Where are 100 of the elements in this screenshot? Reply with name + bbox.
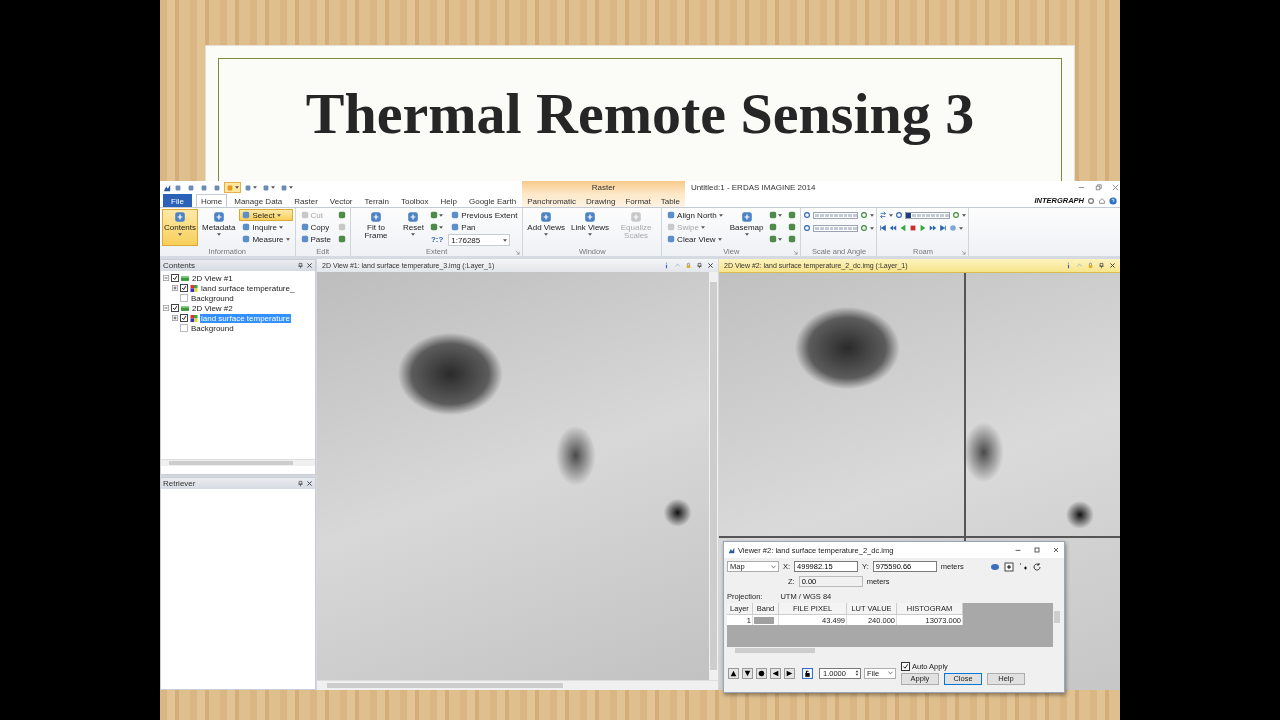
ribbon-button[interactable]: Add Views: [525, 209, 567, 246]
maximize-icon[interactable]: [1033, 546, 1041, 554]
ribbon-button[interactable]: Contents: [162, 209, 199, 246]
play-back-icon[interactable]: [899, 224, 908, 232]
up-arrow-icon[interactable]: [728, 667, 739, 679]
ribbon-tab[interactable]: Table: [655, 194, 685, 207]
checkbox[interactable]: [171, 304, 179, 312]
tree-item-label[interactable]: Background: [190, 323, 235, 333]
ribbon-tab[interactable]: Raster: [289, 194, 323, 207]
play-icon[interactable]: [919, 224, 928, 232]
step-forward-icon[interactable]: [929, 224, 938, 232]
icon-button[interactable]: [336, 209, 348, 221]
ribbon-button[interactable]: Link Views: [569, 209, 612, 246]
slider-track[interactable]: [813, 224, 859, 232]
scale-combo[interactable]: 1:76285: [448, 234, 511, 246]
right-arrow-icon[interactable]: [784, 667, 795, 679]
icon-button[interactable]: [767, 209, 785, 221]
caret-icon[interactable]: [959, 226, 964, 230]
ribbon-button[interactable]: Reset: [401, 209, 426, 246]
ribbon-button[interactable]: Fit to Frame: [353, 209, 399, 246]
zoom-icon[interactable]: [895, 211, 904, 219]
horizontal-scrollbar[interactable]: [161, 459, 315, 466]
down-arrow-icon[interactable]: [742, 667, 753, 679]
ribbon-tab[interactable]: Terrain: [359, 194, 394, 207]
pin-icon[interactable]: [1098, 262, 1105, 269]
slider-track[interactable]: [905, 211, 951, 219]
ribbon-button[interactable]: Pan: [448, 221, 521, 233]
ribbon-button[interactable]: Inquire: [239, 221, 293, 233]
ribbon-button[interactable]: Select: [239, 209, 293, 221]
ribbon-button[interactable]: Basemap: [727, 209, 766, 246]
pin-icon[interactable]: [297, 480, 304, 487]
refresh-icon[interactable]: [1031, 561, 1042, 572]
ribbon-button[interactable]: Measure: [239, 233, 293, 245]
tree-toggle-icon[interactable]: [163, 305, 169, 311]
globe-icon[interactable]: [949, 224, 958, 232]
zoom-icon[interactable]: [952, 211, 961, 219]
tree-toggle-icon[interactable]: [163, 275, 169, 281]
close-icon[interactable]: [306, 262, 313, 269]
ribbon-button[interactable]: Metadata: [200, 209, 238, 246]
skip-start-icon[interactable]: [879, 224, 888, 232]
dialog-launcher-icon[interactable]: [515, 250, 521, 255]
icon-button[interactable]: [767, 233, 785, 245]
checkbox[interactable]: [180, 314, 188, 322]
info-icon[interactable]: [1065, 262, 1072, 269]
vertical-scrollbar[interactable]: [709, 272, 718, 680]
checkbox[interactable]: [180, 284, 188, 292]
ribbon-tab[interactable]: Manage Data: [229, 194, 288, 207]
close-icon[interactable]: [1052, 546, 1060, 554]
close-icon[interactable]: [306, 480, 313, 487]
dialog-launcher-icon[interactable]: [793, 250, 799, 255]
ribbon-tab[interactable]: Home: [195, 194, 228, 207]
tree-item-label[interactable]: 2D View #1: [191, 273, 234, 283]
ribbon-button[interactable]: Paste: [297, 233, 334, 245]
slider-fill[interactable]: [906, 212, 911, 218]
ribbon-button[interactable]: Copy: [297, 221, 334, 233]
app-icon[interactable]: [163, 183, 171, 192]
plus-icon[interactable]: [1003, 561, 1014, 572]
pin-icon[interactable]: [297, 262, 304, 269]
caret-icon[interactable]: [503, 238, 508, 242]
step-back-icon[interactable]: [889, 224, 898, 232]
ribbon-tab[interactable]: File: [163, 194, 192, 207]
crosshair-line[interactable]: [719, 535, 1120, 538]
tree-item-label[interactable]: 2D View #2: [191, 303, 234, 313]
tree-toggle-icon[interactable]: [172, 315, 178, 321]
checkbox[interactable]: [180, 294, 188, 302]
ribbon-tab[interactable]: Help: [435, 194, 462, 207]
close-icon[interactable]: [1109, 262, 1116, 269]
ribbon-tab[interactable]: Format: [620, 194, 656, 207]
gear-icon[interactable]: [1087, 196, 1095, 205]
tree-toggle-icon[interactable]: [172, 285, 178, 291]
ribbon-tab[interactable]: Drawing: [581, 194, 621, 207]
help-icon[interactable]: [1109, 196, 1117, 205]
ribbon-tab[interactable]: Panchromatic: [522, 194, 582, 207]
caret-icon[interactable]: [889, 213, 894, 217]
ribbon-button[interactable]: Previous Extent: [448, 209, 521, 221]
caret-icon[interactable]: [962, 213, 967, 217]
pin-icon[interactable]: [696, 262, 703, 269]
ribbon-tab[interactable]: Toolbox: [395, 194, 434, 207]
caret-icon[interactable]: [870, 226, 875, 230]
ribbon-button[interactable]: Align North: [664, 209, 726, 221]
tree-item-label[interactable]: land surface temperature_: [200, 283, 296, 293]
swap-icon[interactable]: [879, 211, 888, 219]
stop-icon[interactable]: [909, 224, 918, 232]
horizontal-scrollbar[interactable]: [317, 680, 718, 690]
dialog-launcher-icon[interactable]: [961, 250, 967, 255]
ribbon-tab[interactable]: Google Earth: [464, 194, 522, 207]
icon-button[interactable]: [336, 233, 348, 245]
left-arrow-icon[interactable]: [770, 667, 781, 679]
eye-icon[interactable]: [989, 561, 1000, 572]
circle-icon[interactable]: [756, 667, 767, 679]
add-point-icon[interactable]: [1017, 561, 1028, 572]
checkbox[interactable]: [171, 274, 179, 282]
ribbon-button[interactable]: Clear View: [664, 233, 726, 245]
tree-item-label[interactable]: Background: [190, 293, 235, 303]
toolbar-button[interactable]: [224, 182, 241, 193]
checkbox[interactable]: [180, 324, 188, 332]
info-icon[interactable]: [663, 262, 670, 269]
close-icon[interactable]: [707, 262, 714, 269]
slider-track[interactable]: [813, 211, 859, 219]
restore-icon[interactable]: [1094, 183, 1103, 192]
